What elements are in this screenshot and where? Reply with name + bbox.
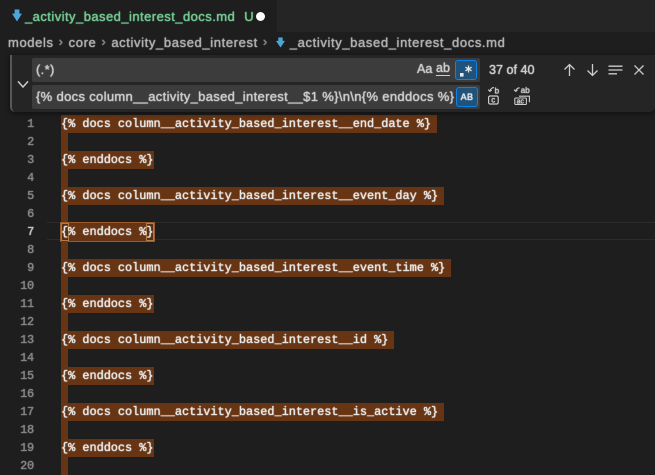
svg-text:c: c xyxy=(491,96,495,105)
svg-text:ac: ac xyxy=(517,98,525,105)
svg-text:ab: ab xyxy=(521,86,530,95)
svg-text:b: b xyxy=(495,86,500,95)
